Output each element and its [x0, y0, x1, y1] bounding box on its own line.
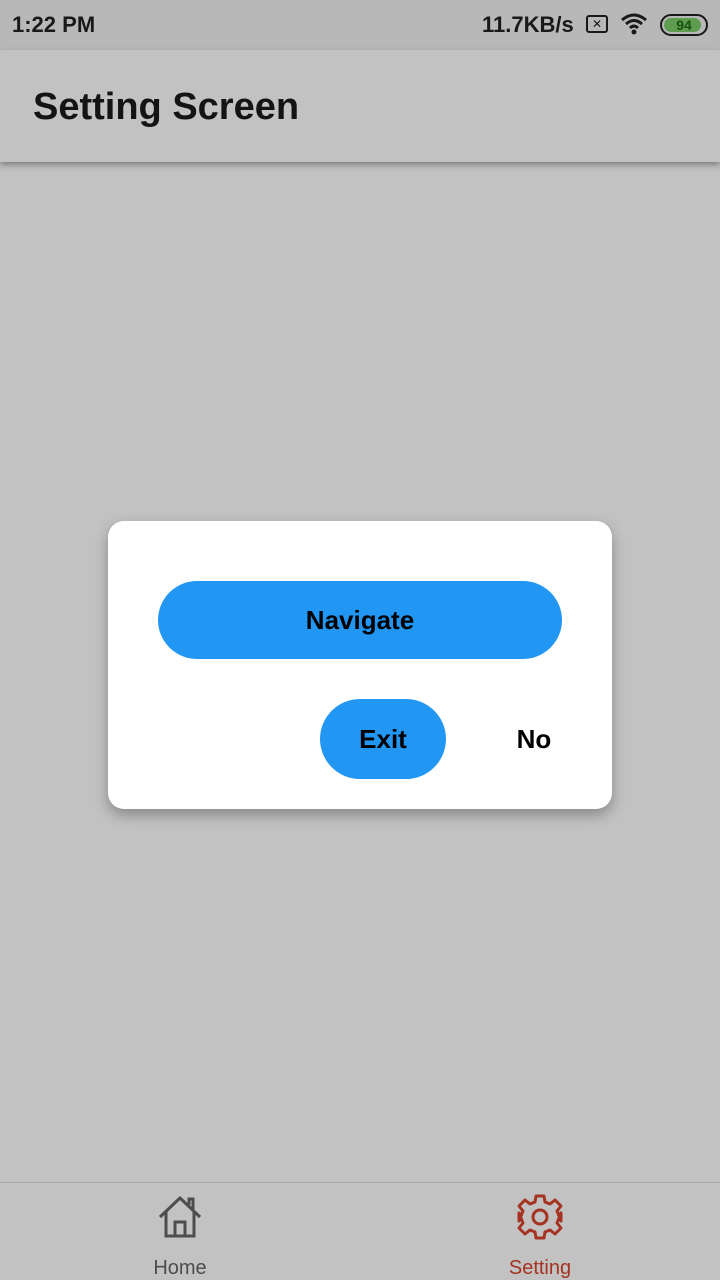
navigate-button[interactable]: Navigate	[158, 581, 562, 659]
exit-button[interactable]: Exit	[320, 699, 446, 779]
modal-dialog: Navigate Exit No	[108, 521, 612, 809]
no-button[interactable]: No	[486, 699, 582, 779]
